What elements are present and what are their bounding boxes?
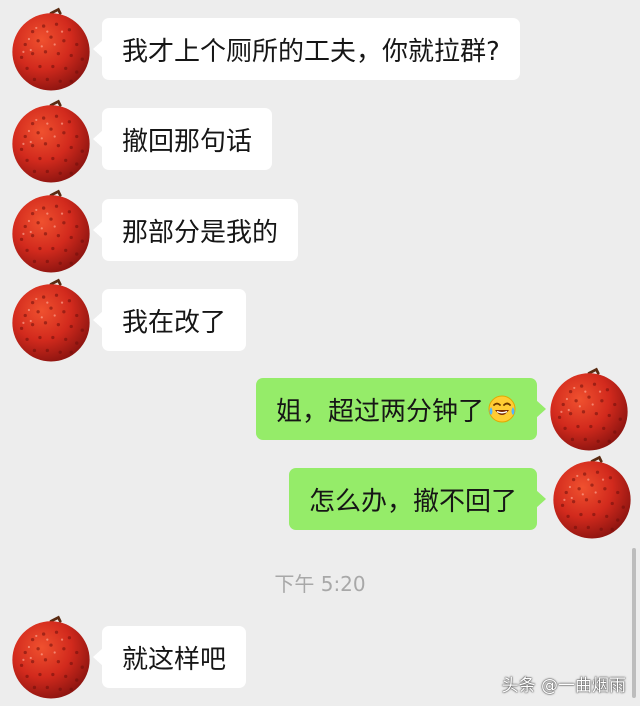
message-bubble[interactable]: 我才上个厕所的工夫，你就拉群?	[93, 18, 520, 80]
message-bubble[interactable]: 姐，超过两分钟了	[256, 378, 547, 440]
lychee-avatar[interactable]	[543, 364, 635, 456]
message-timestamp: 下午 5:20	[274, 572, 366, 596]
message-text: 我在改了	[122, 307, 227, 338]
message-text: 撤回那句话	[122, 126, 253, 157]
message-bubble[interactable]: 就这样吧	[92, 626, 247, 688]
message-text: 姐，超过两分钟了	[276, 396, 485, 427]
watermark: 头条 @一曲烟雨	[501, 676, 626, 696]
message-bubble[interactable]: 我在改了	[92, 289, 247, 351]
message-bubble[interactable]: 撤回那句话	[92, 108, 273, 170]
lychee-avatar[interactable]	[5, 612, 97, 704]
lychee-avatar[interactable]	[546, 452, 638, 544]
scrollbar[interactable]	[632, 548, 636, 698]
lychee-avatar[interactable]	[5, 96, 97, 188]
face-with-tears-of-joy-emoji	[487, 394, 517, 424]
message-text: 那部分是我的	[122, 217, 279, 248]
lychee-avatar[interactable]	[5, 4, 97, 96]
message-text: 就这样吧	[122, 644, 227, 675]
message-text: 怎么办，撤不回了	[309, 486, 518, 517]
message-bubble[interactable]: 怎么办，撤不回了	[289, 468, 547, 530]
lychee-avatar[interactable]	[5, 275, 97, 367]
message-text: 我才上个厕所的工夫，你就拉群?	[122, 36, 500, 67]
lychee-avatar[interactable]	[5, 186, 97, 278]
message-bubble[interactable]: 那部分是我的	[92, 199, 299, 261]
